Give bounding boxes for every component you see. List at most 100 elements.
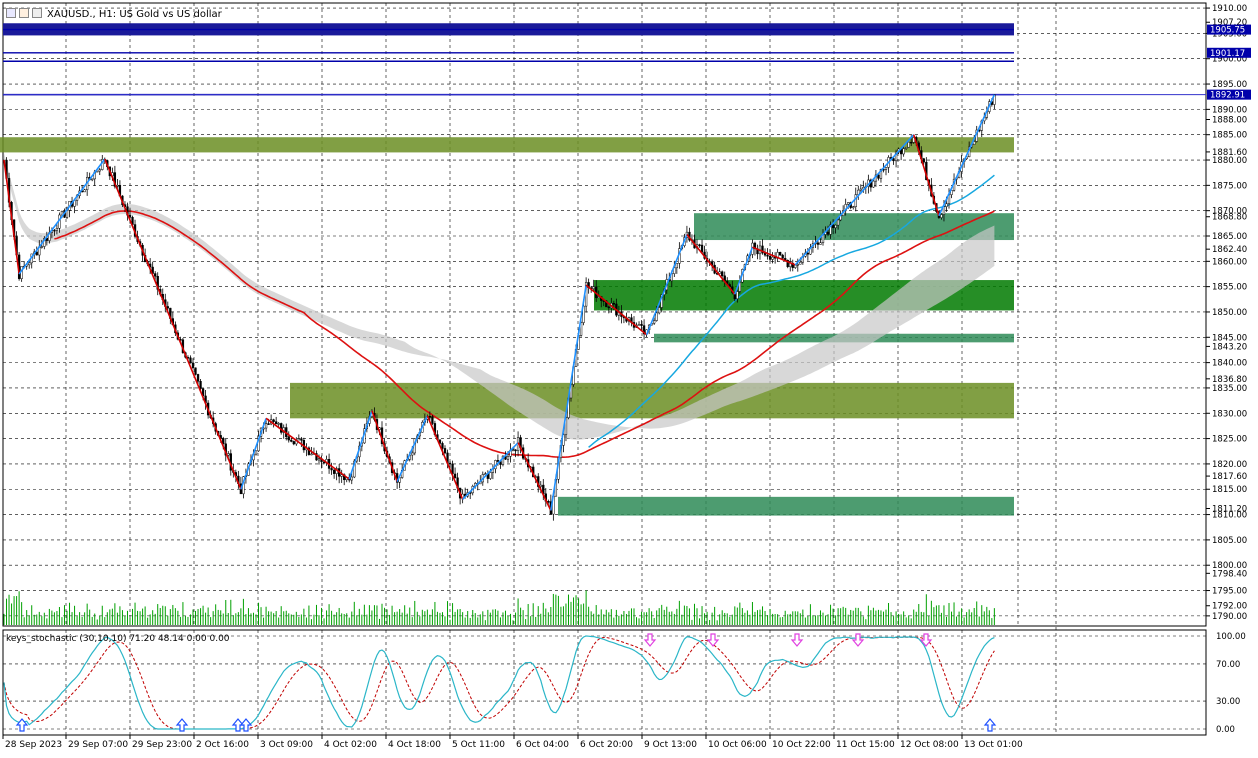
- candle-body: [431, 416, 434, 424]
- candle-body: [189, 357, 192, 364]
- candle-body: [40, 246, 43, 248]
- candle-body: [489, 472, 492, 479]
- candle-body: [721, 271, 724, 277]
- candle-body: [675, 263, 678, 269]
- candle-body: [28, 262, 31, 266]
- candle-body: [799, 261, 802, 265]
- y-tick-label: 1910.00: [1212, 4, 1247, 14]
- chart-menu-icon[interactable]: [6, 8, 16, 18]
- x-tick-label: 12 Oct 08:00: [900, 740, 959, 750]
- x-tick-label: 6 Oct 20:00: [580, 740, 633, 750]
- candle-body: [272, 419, 275, 422]
- x-tick-label: 5 Oct 11:00: [452, 740, 505, 750]
- candle-body: [766, 254, 769, 257]
- candle-body: [922, 158, 925, 163]
- candle-body: [907, 141, 910, 148]
- candle-body: [612, 303, 615, 305]
- candle-body: [607, 306, 610, 309]
- x-tick-label: 29 Sep 07:00: [68, 740, 128, 750]
- y-tick-label: 1790.00: [1212, 612, 1247, 622]
- candle-body: [199, 381, 202, 389]
- candle-body: [940, 214, 943, 218]
- candle-body: [877, 174, 880, 179]
- candle-body: [592, 286, 595, 289]
- candle-body: [806, 252, 810, 255]
- candle-body: [194, 367, 197, 375]
- y-tick-label: 1850.00: [1212, 308, 1247, 318]
- candle-body: [191, 362, 195, 369]
- y-tick-label: 1835.00: [1212, 384, 1247, 394]
- price-pane: [2, 2, 1207, 627]
- candle-body: [779, 251, 782, 256]
- candle-body: [826, 231, 830, 235]
- y-tick-label: 1815.00: [1212, 485, 1247, 495]
- indicator-pane: [2, 629, 1207, 736]
- candle-body: [297, 438, 300, 441]
- x-tick-label: 6 Oct 04:00: [516, 740, 569, 750]
- y-tick-label: 1888.00: [1212, 115, 1247, 125]
- zone-olive: [0, 137, 1014, 153]
- stoch-tick-label: 30.00: [1216, 697, 1240, 707]
- candle-body: [91, 178, 94, 181]
- y-tick-label: 1890.00: [1212, 105, 1247, 115]
- candle-body: [884, 167, 888, 170]
- candle-body: [910, 141, 913, 144]
- candle-body: [428, 416, 432, 418]
- candle-body: [847, 202, 850, 205]
- candle-body: [411, 452, 414, 456]
- stoch-tick-label: 0.00: [1216, 725, 1235, 735]
- y-tick-label: 1885.00: [1212, 131, 1247, 141]
- candle-body: [852, 206, 855, 208]
- candle-body: [700, 244, 704, 253]
- x-tick-label: 29 Sep 23:00: [132, 740, 192, 750]
- candle-body: [441, 443, 444, 449]
- y-tick-label: 1895.00: [1212, 80, 1247, 90]
- x-tick-label: 28 Sep 2023: [5, 740, 62, 750]
- candle-body: [443, 448, 447, 454]
- y-tick-label: 1865.00: [1212, 232, 1247, 242]
- y-tick-label: 1868.80: [1212, 213, 1247, 223]
- candle-body: [905, 146, 908, 149]
- candle-body: [267, 423, 270, 425]
- header-icons: [6, 8, 42, 18]
- y-tick-label: 1805.00: [1212, 536, 1247, 546]
- price-label: 1892.91: [1210, 91, 1245, 101]
- x-tick-label: 9 Oct 13:00: [644, 740, 697, 750]
- x-tick-label: 2 Oct 16:00: [196, 740, 249, 750]
- x-tick-label: 4 Oct 02:00: [324, 740, 377, 750]
- y-tick-label: 1825.00: [1212, 435, 1247, 445]
- y-tick-label: 1843.20: [1212, 342, 1247, 352]
- candle-body: [277, 423, 280, 425]
- price-label: 1905.75: [1210, 26, 1245, 36]
- candle-body: [332, 469, 336, 474]
- candle-body: [698, 244, 701, 246]
- candle-body: [902, 148, 905, 155]
- candle-body: [154, 273, 157, 277]
- candle-body: [453, 473, 457, 479]
- zone-olive: [290, 382, 1014, 419]
- y-tick-label: 1830.00: [1212, 409, 1247, 419]
- y-tick-label: 1798.40: [1212, 569, 1247, 579]
- candle-body: [859, 188, 862, 191]
- y-tick-label: 1820.00: [1212, 460, 1247, 470]
- candle-body: [83, 189, 86, 193]
- candle-body: [98, 169, 101, 172]
- candle-body: [834, 224, 837, 229]
- y-tick-label: 1795.00: [1212, 587, 1247, 597]
- chart-title: XAUUSD., H1: US Gold vs US dollar: [47, 9, 222, 20]
- candle-body: [496, 460, 500, 462]
- candle-body: [831, 224, 835, 229]
- x-tick-label: 11 Oct 15:00: [836, 740, 895, 750]
- candle-body: [514, 449, 517, 452]
- candle-body: [854, 194, 857, 207]
- chart-settings-icon[interactable]: [19, 8, 29, 18]
- y-tick-label: 1875.00: [1212, 181, 1247, 191]
- x-tick-label: 10 Oct 06:00: [708, 740, 767, 750]
- candle-body: [819, 242, 822, 245]
- candle-body: [300, 438, 303, 441]
- chart-close-icon[interactable]: [32, 8, 42, 18]
- candle-body: [287, 436, 290, 441]
- candle-body: [892, 158, 895, 162]
- candle-body: [658, 307, 661, 314]
- candle-body: [637, 323, 641, 326]
